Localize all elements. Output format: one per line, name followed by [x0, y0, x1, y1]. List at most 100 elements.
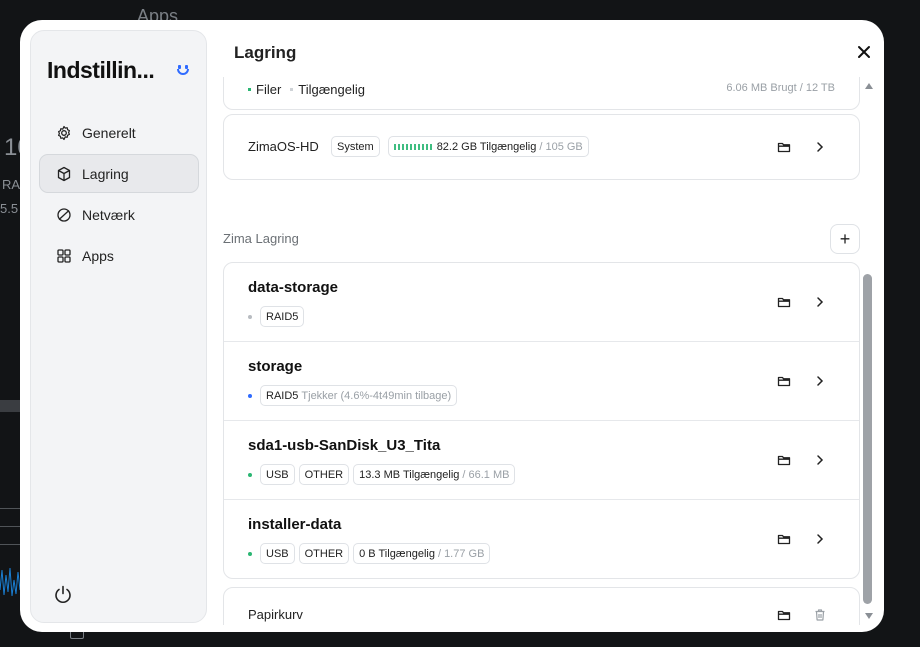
capacity-tag: 13.3 MB Tilgængelig / 66.1 MB: [353, 464, 516, 485]
sidebar-nav: Generelt Lagring Netværk Apps: [39, 113, 199, 277]
sidebar-title: Indstillin...: [47, 57, 155, 83]
sidebar-item-label: Lagring: [82, 165, 129, 182]
chevron-right-icon[interactable]: [813, 453, 827, 467]
folder-icon[interactable]: [777, 532, 791, 546]
page-title: Lagring: [234, 43, 297, 62]
add-storage-button[interactable]: +: [830, 224, 860, 254]
background-divider: [0, 544, 22, 545]
sidebar: Indstillin... Generelt Lagring Netværk A…: [30, 30, 207, 623]
capacity-available: 0 B Tilgængelig: [359, 547, 435, 560]
pool-row[interactable]: sda1-usb-SanDisk_U3_Tita USB OTHER 13.3 …: [224, 421, 859, 500]
capacity-tag: 0 B Tilgængelig / 1.77 GB: [353, 543, 491, 564]
sidebar-item-label: Apps: [82, 247, 114, 264]
pool-name: sda1-usb-SanDisk_U3_Tita: [248, 437, 441, 454]
power-icon[interactable]: [53, 584, 73, 604]
folder-icon[interactable]: [777, 295, 791, 309]
sidebar-item-label: Netværk: [82, 206, 135, 223]
system-drive-tags: System 82.2 GB Tilgængelig / 105 GB: [331, 136, 593, 157]
pool-name: data-storage: [248, 279, 339, 296]
scrollbar[interactable]: [863, 77, 875, 625]
sidebar-item-generelt[interactable]: Generelt: [39, 113, 199, 152]
type-tag: OTHER: [298, 543, 350, 564]
pool-row[interactable]: data-storage RAID5: [224, 263, 859, 342]
scrollbar-thumb[interactable]: [863, 274, 872, 604]
capacity-available: 13.3 MB Tilgængelig: [359, 468, 460, 481]
pool-name: installer-data: [248, 516, 342, 533]
type-tag: OTHER: [298, 464, 350, 485]
smile-icon: [174, 62, 192, 80]
row-actions: [777, 140, 827, 154]
raid-tag: RAID5 Tjekker (4.6%-4t49min tilbage): [260, 385, 458, 406]
zima-section-title: Zima Lagring: [223, 231, 299, 246]
pool-tags: RAID5 Tjekker (4.6%-4t49min tilbage): [248, 385, 461, 406]
legend-files: Filer: [256, 82, 282, 97]
capacity-total: / 66.1 MB: [462, 468, 510, 481]
sidebar-item-label: Generelt: [82, 124, 136, 141]
chevron-right-icon[interactable]: [813, 295, 827, 309]
system-drive-card[interactable]: ZimaOS-HD System 82.2 GB Tilgængelig / 1…: [223, 114, 860, 180]
chevron-right-icon[interactable]: [813, 140, 827, 154]
background-fragment: RA: [2, 177, 21, 192]
sidebar-item-netvaerk[interactable]: Netværk: [39, 195, 199, 234]
trash-label: Papirkurv: [248, 607, 303, 622]
row-actions: [777, 453, 827, 467]
pool-list: data-storage RAID5 storage RAID5 Tjekker…: [223, 262, 860, 579]
capacity-total: / 1.77 GB: [437, 547, 485, 560]
plus-icon: +: [839, 228, 851, 249]
row-actions: [777, 374, 827, 388]
legend-available: Tilgængelig: [298, 82, 366, 97]
capacity-tag: 82.2 GB Tilgængelig / 105 GB: [387, 136, 589, 157]
capacity-card: Filer Tilgængelig 6.06 MB Brugt / 12 TB: [223, 77, 860, 110]
capacity-used-text: 6.06 MB Brugt / 12 TB: [726, 82, 835, 94]
capacity-total: / 105 GB: [539, 140, 583, 153]
type-tag: USB: [260, 543, 295, 564]
pool-tags: RAID5: [248, 306, 308, 327]
raid-label: RAID5: [266, 389, 299, 402]
pool-tags: USB OTHER 0 B Tilgængelig / 1.77 GB: [248, 543, 494, 564]
folder-icon[interactable]: [777, 140, 791, 154]
background-fragment: 5.5: [0, 201, 19, 216]
row-actions: [777, 608, 827, 622]
folder-icon[interactable]: [777, 608, 791, 622]
sidebar-item-lagring[interactable]: Lagring: [39, 154, 199, 193]
status-dot: [248, 472, 252, 477]
pool-row[interactable]: storage RAID5 Tjekker (4.6%-4t49min tilb…: [224, 342, 859, 421]
background-bar: [0, 400, 22, 412]
trash-card[interactable]: Papirkurv: [223, 587, 860, 625]
cube-icon: [57, 166, 71, 181]
scroll-down-icon[interactable]: [865, 613, 873, 619]
background-divider: [0, 526, 22, 527]
status-dot: [248, 393, 252, 398]
gear-icon: [58, 125, 70, 140]
capacity-available: 82.2 GB Tilgængelig: [436, 140, 537, 153]
storage-content: Filer Tilgængelig 6.06 MB Brugt / 12 TB …: [223, 77, 860, 625]
pool-name: storage: [248, 358, 303, 375]
folder-icon[interactable]: [777, 374, 791, 388]
sidebar-item-apps[interactable]: Apps: [39, 236, 199, 275]
status-dot: [248, 551, 252, 556]
pool-row[interactable]: installer-data USB OTHER 0 B Tilgængelig…: [224, 500, 859, 579]
legend-swatch-available: [290, 88, 294, 91]
scroll-up-icon[interactable]: [865, 83, 873, 89]
trash-icon[interactable]: [813, 608, 827, 622]
main-header: Lagring: [234, 20, 884, 77]
folder-icon[interactable]: [777, 453, 791, 467]
grid-icon: [57, 248, 71, 263]
settings-modal: Indstillin... Generelt Lagring Netværk A…: [20, 20, 884, 632]
legend-swatch-files: [248, 88, 251, 91]
check-progress: Tjekker (4.6%-4t49min tilbage): [301, 389, 452, 402]
pool-tags: USB OTHER 13.3 MB Tilgængelig / 66.1 MB: [248, 464, 519, 485]
sidebar-header: Indstillin...: [47, 57, 192, 84]
system-tag: System: [331, 136, 380, 157]
background-divider: [0, 508, 22, 509]
raid-tag: RAID5: [260, 306, 305, 327]
chevron-right-icon[interactable]: [813, 532, 827, 546]
row-actions: [777, 295, 827, 309]
capacity-legend: Filer Tilgængelig: [248, 82, 365, 97]
system-drive-name: ZimaOS-HD: [248, 139, 319, 154]
row-actions: [777, 532, 827, 546]
status-dot: [248, 314, 252, 319]
close-icon[interactable]: [856, 44, 872, 60]
chevron-right-icon[interactable]: [813, 374, 827, 388]
background-chart: [0, 567, 22, 597]
